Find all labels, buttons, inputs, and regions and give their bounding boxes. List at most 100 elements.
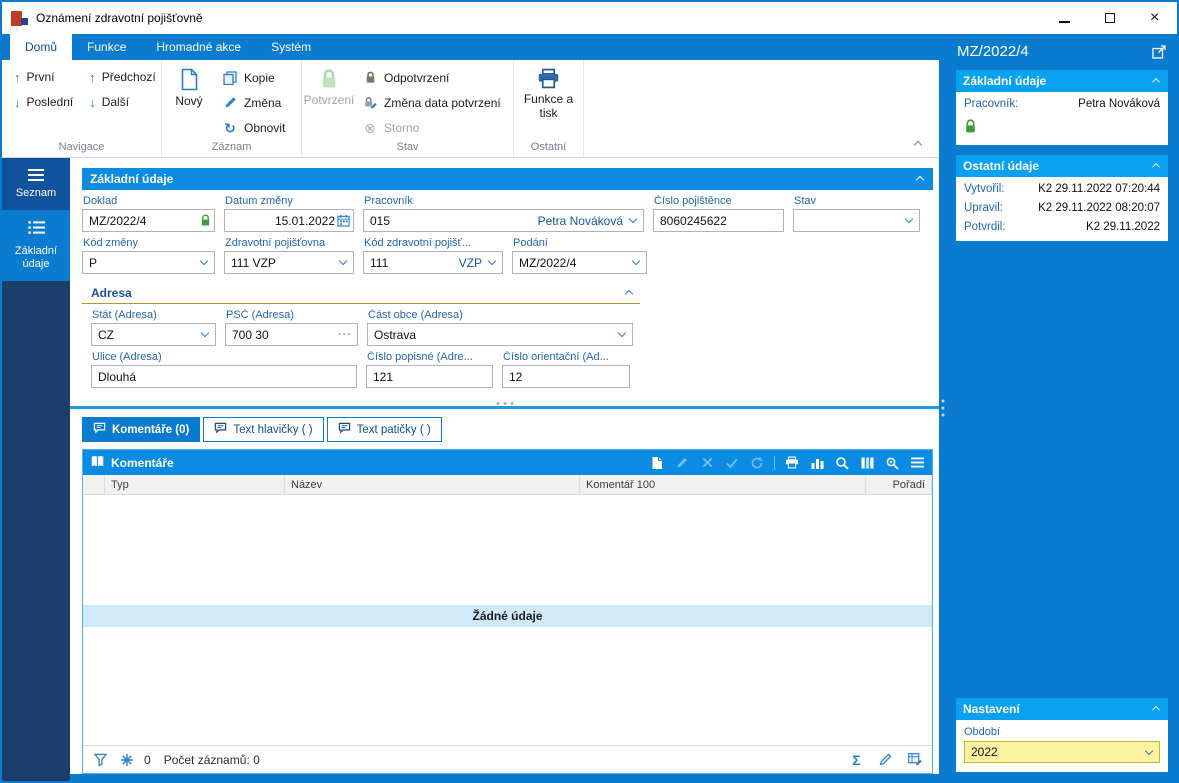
change-button[interactable]: Změna xyxy=(222,95,285,110)
cislo-pojistence-field[interactable]: 8060245622 xyxy=(653,209,784,232)
collapse-ribbon-button[interactable] xyxy=(909,137,927,151)
tab-text-paticky[interactable]: Text patičky ( ) xyxy=(326,417,442,442)
section-title: Základní údaje xyxy=(90,172,174,186)
zdravotni-pojistovna-field[interactable]: 111 VZP xyxy=(224,251,354,274)
new-comment-icon[interactable] xyxy=(649,455,665,471)
collapse-address-icon[interactable] xyxy=(625,289,634,297)
dropdown-icon[interactable] xyxy=(614,327,629,342)
sidebar-zakladni-label: Základní údaje xyxy=(14,244,58,271)
sidebar-item-zakladni-udaje[interactable]: Základní údaje xyxy=(2,209,70,281)
copy-icon xyxy=(222,70,238,85)
dropdown-icon[interactable] xyxy=(1141,745,1156,760)
popout-icon[interactable] xyxy=(1151,44,1167,60)
record-count: Počet záznamů: 0 xyxy=(163,752,260,767)
vertical-splitter[interactable] xyxy=(939,34,947,781)
sum-icon[interactable]: Σ xyxy=(848,751,865,768)
chevron-up-icon xyxy=(1152,705,1160,712)
group-label-navigace: Navigace xyxy=(58,141,105,153)
grid-settings-icon[interactable] xyxy=(906,751,923,768)
preview-card-zakladni-udaje: Základní údaje Pracovník: Petra Nováková xyxy=(956,70,1168,145)
lock-icon xyxy=(200,214,211,227)
change-confirm-date-button[interactable]: Změna data potvrzení xyxy=(362,95,501,110)
copy-button[interactable]: Kopie xyxy=(222,70,285,85)
new-button[interactable]: Nový xyxy=(162,60,216,111)
change-label: Změna xyxy=(244,95,282,110)
splitter-grip-icon xyxy=(496,402,513,405)
tab-komentare[interactable]: Komentáře (0) xyxy=(82,417,201,442)
doklad-field[interactable]: MZ/2022/4 xyxy=(82,209,215,232)
last-record-button[interactable]: ↓ Poslední xyxy=(14,95,73,109)
preview-zakladni-header[interactable]: Základní údaje xyxy=(956,70,1168,92)
functions-print-button[interactable]: Funkce a tisk xyxy=(522,60,576,123)
first-label: První xyxy=(26,70,55,84)
refresh-button[interactable]: ↻ Obnovit xyxy=(222,120,285,135)
preview-nastaveni-header[interactable]: Nastavení xyxy=(956,698,1168,720)
columns-icon[interactable] xyxy=(859,455,875,471)
search-icon[interactable] xyxy=(834,455,850,471)
next-record-button[interactable]: ↓ Další xyxy=(89,95,156,109)
horizontal-splitter[interactable] xyxy=(70,397,939,415)
sidebar-item-seznam[interactable]: Seznam xyxy=(2,158,70,210)
ribbon-group-stav: Potvrzení Odpotvrzení Změna data potvrze… xyxy=(302,60,514,157)
dropdown-icon[interactable] xyxy=(625,213,640,228)
stat-label: Stát (Adresa) xyxy=(92,309,157,321)
unconfirm-button[interactable]: Odpotvrzení xyxy=(362,70,501,85)
cast-obce-field[interactable]: Ostrava xyxy=(367,323,633,346)
dropdown-icon[interactable] xyxy=(484,255,499,270)
minimize-button[interactable] xyxy=(1042,2,1087,34)
dropdown-icon[interactable] xyxy=(197,327,212,342)
datum-zmeny-field[interactable]: 15.01.2022 xyxy=(224,209,354,232)
confirm-label: Potvrzení xyxy=(303,93,355,107)
confirm-button: Potvrzení xyxy=(302,60,356,110)
stav-field[interactable] xyxy=(793,209,920,232)
kod-zmeny-field[interactable]: P xyxy=(82,251,215,274)
cislo-popisne-field[interactable]: 121 xyxy=(366,365,493,388)
pracovnik-field[interactable]: 015 Petra Nováková xyxy=(363,209,644,232)
dropdown-icon[interactable] xyxy=(901,213,916,228)
obdobi-combo[interactable]: 2022 xyxy=(964,741,1160,763)
toolbar-separator xyxy=(774,455,775,470)
comment-icon xyxy=(93,422,106,437)
preview-ostatni-header[interactable]: Ostatní údaje xyxy=(956,155,1168,177)
dropdown-icon[interactable] xyxy=(628,255,643,270)
column-nazev[interactable]: Název xyxy=(285,475,580,494)
tab-system[interactable]: Systém xyxy=(256,34,326,60)
tab-domu[interactable]: Domů xyxy=(10,34,73,60)
dropdown-icon[interactable] xyxy=(335,255,350,270)
settings-search-icon[interactable] xyxy=(884,455,900,471)
maximize-button[interactable] xyxy=(1087,2,1132,34)
first-record-button[interactable]: ↑ První xyxy=(14,70,73,84)
column-typ[interactable]: Typ xyxy=(105,475,285,494)
stat-field[interactable]: CZ xyxy=(91,323,216,346)
star-filter-icon[interactable] xyxy=(118,751,135,768)
grid-menu-icon[interactable] xyxy=(909,455,925,471)
kod-zdravotni-pojistovny-field[interactable]: 111 VZP xyxy=(363,251,503,274)
previous-record-button[interactable]: ↑ Předchozí xyxy=(89,70,156,84)
ellipsis-button[interactable]: ··· xyxy=(338,329,354,341)
column-poradi[interactable]: Pořadí xyxy=(866,475,932,494)
storno-button: ⊗ Storno xyxy=(362,120,501,135)
detail-tab-strip: Komentáře (0) Text hlavičky ( ) Text pat… xyxy=(82,417,933,442)
cislo-orientacni-field[interactable]: 12 xyxy=(502,365,630,388)
upravil-label: Upravil: xyxy=(964,202,1003,214)
unlock-icon xyxy=(362,70,378,85)
collapse-section-icon[interactable] xyxy=(916,175,925,183)
refresh-comment-icon xyxy=(749,455,765,471)
podani-field[interactable]: MZ/2022/4 xyxy=(512,251,647,274)
psc-label: PSČ (Adresa) xyxy=(226,309,294,321)
tab-funkce[interactable]: Funkce xyxy=(72,34,141,60)
column-komentar[interactable]: Komentář 100 xyxy=(580,475,866,494)
calendar-icon[interactable] xyxy=(337,214,350,227)
tab-hromadne-akce[interactable]: Hromadné akce xyxy=(141,34,256,60)
chart-icon[interactable] xyxy=(809,455,825,471)
psc-field[interactable]: 700 30 ··· xyxy=(225,323,358,346)
print-icon[interactable] xyxy=(784,455,800,471)
edit-icon[interactable] xyxy=(877,751,894,768)
dropdown-icon[interactable] xyxy=(196,255,211,270)
close-button[interactable]: × xyxy=(1132,2,1177,34)
preview-card-ostatni-udaje: Ostatní údaje Vytvořil: K2 29.11.2022 07… xyxy=(956,155,1168,241)
ulice-field[interactable]: Dlouhá xyxy=(91,365,357,388)
cislo-pojistence-label: Číslo pojištěnce xyxy=(654,195,732,207)
tab-text-hlavicky[interactable]: Text hlavičky ( ) xyxy=(203,417,324,442)
filter-icon[interactable] xyxy=(92,751,109,768)
